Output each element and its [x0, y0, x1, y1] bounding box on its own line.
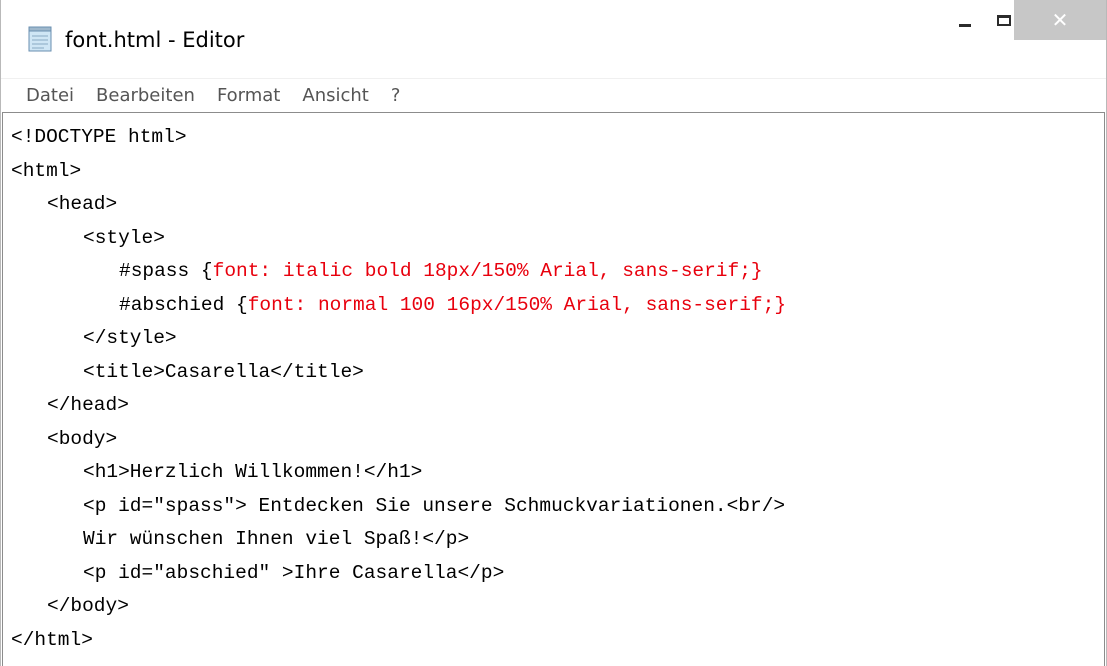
menu-item-datei[interactable]: Datei: [26, 85, 74, 106]
code-line: #abschied {font: normal 100 16px/150% Ar…: [11, 289, 1104, 323]
menu-item-bearbeiten[interactable]: Bearbeiten: [96, 85, 195, 106]
code-line: <style>: [83, 226, 165, 249]
menu-item-ansicht[interactable]: Ansicht: [302, 85, 368, 106]
close-button[interactable]: ✕: [1014, 0, 1106, 40]
code-line: </head>: [47, 394, 129, 416]
code-line: #spass {font: italic bold 18px/150% Aria…: [11, 255, 1104, 289]
code-line: </html>: [11, 628, 93, 651]
css-declaration: font: italic bold 18px/150% Arial, sans-…: [212, 260, 763, 282]
code-line: <!DOCTYPE html>: [11, 126, 187, 148]
code-text: <!DOCTYPE html> <html> <head> <style> #s…: [3, 113, 1104, 657]
code-line: <html>: [11, 159, 82, 182]
code-line: <head>: [47, 193, 118, 215]
code-line: Wir wünschen Ihnen viel Spaß!</p>: [83, 528, 470, 550]
menu-bar: Datei Bearbeiten Format Ansicht ?: [1, 78, 1106, 111]
notepad-window: font.html - Editor ✕ Datei Bearbeiten Fo…: [0, 0, 1107, 666]
notepad-icon: [26, 25, 54, 53]
code-line: <body>: [47, 427, 118, 450]
menu-item-help[interactable]: ?: [391, 85, 401, 106]
css-selector: #abschied {: [119, 293, 248, 316]
minimize-icon: [959, 23, 971, 27]
text-editor-area[interactable]: <!DOCTYPE html> <html> <head> <style> #s…: [2, 112, 1105, 666]
title-bar[interactable]: font.html - Editor ✕: [1, 0, 1106, 78]
code-line: </style>: [83, 327, 177, 349]
code-line: </body>: [47, 595, 129, 617]
code-line: <title>Casarella</title>: [83, 360, 364, 383]
maximize-icon: [997, 14, 1011, 26]
code-line: <h1>Herzlich Willkommen!</h1>: [83, 461, 423, 483]
window-title: font.html - Editor: [65, 28, 245, 52]
menu-item-format[interactable]: Format: [217, 85, 280, 106]
css-declaration: font: normal 100 16px/150% Arial, sans-s…: [247, 293, 787, 316]
code-line: <p id="spass"> Entdecken Sie unsere Schm…: [83, 494, 786, 517]
code-line: <p id="abschied" >Ihre Casarella</p>: [83, 561, 505, 584]
maximize-button[interactable]: [994, 0, 1014, 40]
minimize-button[interactable]: [936, 0, 994, 40]
css-selector: #spass {: [119, 260, 213, 282]
close-icon: ✕: [1051, 8, 1069, 32]
